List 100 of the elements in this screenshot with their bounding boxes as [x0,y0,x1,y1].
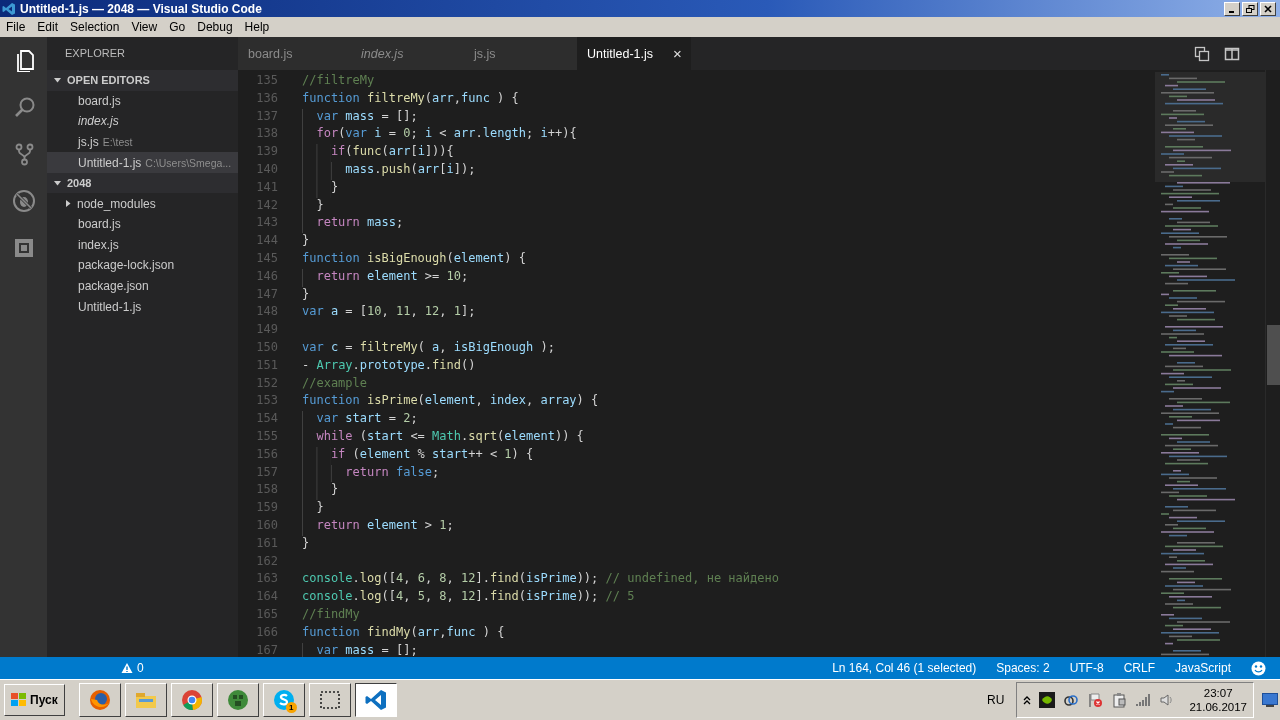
code-line: return mass; [302,215,404,234]
notification-badge: 1 [285,702,297,713]
explorer-row[interactable]: board.js [47,90,238,112]
line-number: 152 [255,375,279,392]
start-button[interactable]: Пуск [4,684,65,716]
code-line: //findMy [302,606,360,623]
line-number: 159 [255,500,279,517]
flag-icon[interactable] [1087,692,1104,708]
section-header[interactable]: OPEN EDITORS [47,70,238,91]
explorer-row[interactable]: package.json [47,275,238,297]
line-number: 137 [255,108,279,125]
line-number: 142 [255,197,279,214]
code-line: var mass = []; [302,108,418,127]
status-item[interactable]: Spaces: 2 [996,661,1050,675]
gpu-icon[interactable] [1039,692,1056,708]
language-indicator[interactable]: RU [987,693,1005,707]
status-item[interactable]: JavaScript [1174,661,1231,675]
menu-item[interactable]: View [126,19,163,35]
editor-tab[interactable]: js.js [464,37,577,70]
explorer-row[interactable]: js.js E:\test [47,131,238,153]
code-line: return element > 1; [302,517,454,536]
scrollbar-thumb[interactable] [1267,325,1280,385]
menu-item[interactable]: Edit [32,19,64,35]
editor-tab[interactable]: Untitled-1.js × [577,37,691,70]
line-number: 161 [255,535,279,552]
code-line: for(var i = 0; i < arr.length; i++){ [302,126,577,145]
taskbar-button[interactable]: 1 [262,683,305,717]
line-number: 167 [255,642,279,657]
menu-item[interactable]: File [1,19,31,35]
line-number: 151 [255,357,279,374]
status-item[interactable]: CRLF [1123,661,1155,675]
smiley-icon[interactable] [1251,660,1266,676]
split-editor-icon[interactable] [1224,45,1240,62]
close-button[interactable] [1260,1,1276,16]
line-number: 158 [255,482,279,499]
code-line: //filtreMy [302,73,375,89]
menu-item[interactable]: Selection [65,19,125,35]
line-number: 154 [255,411,279,428]
link-icon[interactable] [1063,692,1080,708]
clock-date[interactable]: 21.06.2017 [1189,700,1247,714]
chevron-icon[interactable] [64,199,73,209]
line-number: 153 [255,393,279,410]
warning-count[interactable]: 0 [137,661,144,675]
line-number: 139 [255,144,279,161]
minimize-button[interactable] [1224,1,1240,16]
speaker-icon[interactable] [1159,693,1174,707]
code-line: if(func(arr[i])){ [302,144,454,162]
explorer-row[interactable]: index.js [47,111,238,132]
chevron-icon[interactable] [53,178,62,188]
status-item[interactable]: UTF-8 [1069,661,1104,675]
explorer-row[interactable]: package-lock.json [47,255,238,276]
code-line: } [302,535,310,552]
code-line: console.log([4, 6, 8, 12].find(isPrime)); // undefined, не найдено [302,571,779,588]
minimap[interactable] [1155,72,1265,657]
section-header[interactable]: 2048 [47,172,238,194]
clock-time[interactable]: 23:07 [1203,686,1233,700]
menu-item[interactable]: Help [239,19,275,35]
close-button[interactable]: × [673,45,682,62]
desktop-icon[interactable] [1262,693,1278,707]
status-item[interactable]: Ln 164, Col 46 (1 selected) [832,661,977,675]
line-number: 140 [255,162,279,178]
explorer-row[interactable]: Untitled-1.js C:\Users\Smega... [47,152,238,173]
code-line: } [302,197,324,216]
line-number: 147 [255,286,279,303]
editor-tab[interactable]: board.js [238,37,351,70]
code-line: return false; [302,464,440,483]
line-number: 141 [255,179,279,196]
code-line: return element >= 10; [302,268,469,287]
code-line: function isPrime(element, index, array) { [302,393,599,410]
chevron-icon[interactable] [53,75,62,85]
menu-item[interactable]: Go [164,19,191,35]
code-line: } [302,233,310,250]
warning-icon [121,662,133,674]
explorer-row[interactable]: index.js [47,234,238,256]
line-number: 135 [255,73,279,89]
line-number: 150 [255,339,279,356]
squares-icon[interactable] [1194,45,1210,62]
bug-icon[interactable] [11,189,36,213]
code-line: function isBigEnough(element) { [302,250,526,267]
code-line: } [302,500,324,518]
signal-icon[interactable] [1135,693,1152,707]
close-icon[interactable] [1264,4,1272,13]
folder-row[interactable]: node_modules [47,193,238,214]
start-icon[interactable] [11,693,27,707]
line-number: 144 [255,233,279,250]
line-number: 162 [255,553,279,570]
sidebar-title: EXPLORER [64,46,126,61]
explorer-row[interactable]: Untitled-1.js [47,296,238,317]
explorer-row[interactable]: board.js [47,213,238,235]
line-number: 148 [255,304,279,321]
chevron-up-icon[interactable] [1023,695,1032,705]
clipboard-icon[interactable] [1111,692,1128,708]
editor-tab[interactable]: index.js [351,37,464,70]
taskbar-button[interactable] [354,683,397,717]
code-line: var a = [10, 11, 12, 1]; [302,304,476,321]
line-number: 156 [255,446,279,463]
menu-item[interactable]: Debug [192,19,238,35]
line-number: 160 [255,517,279,534]
line-number: 165 [255,606,279,623]
window-title: Untitled-1.js — 2048 — Visual Studio Code [20,1,262,16]
